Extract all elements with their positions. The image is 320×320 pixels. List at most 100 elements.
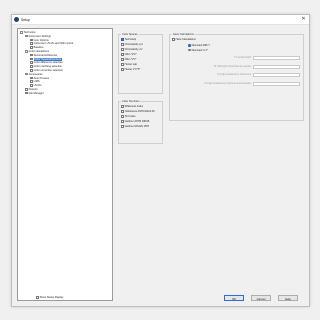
tree-item-label: Technotop <box>23 31 36 34</box>
haze-field-label: T4 Light scattered by instrument and sam… <box>203 81 251 85</box>
color-numbers-group: Color Numbers Whiteness Index Yellowness … <box>118 100 163 144</box>
expand-toggle-icon[interactable] <box>25 50 28 53</box>
dialog-footer: Show Status Display OK Cancel Help <box>17 294 304 302</box>
tree-node-icon <box>30 84 33 87</box>
color-spaces-option[interactable]: Hunter Lab <box>121 63 137 67</box>
close-icon: ✕ <box>301 16 306 22</box>
app-logo-icon <box>14 17 19 22</box>
color-numbers-option[interactable]: Gardner ASTM D6166 <box>121 120 149 124</box>
option-label: Technotop <box>124 38 137 41</box>
color-spaces-option[interactable]: Technotop <box>121 38 136 42</box>
help-button[interactable]: Help <box>278 295 298 301</box>
haze-calculations-label: Haze Calculations <box>175 38 196 41</box>
color-numbers-option[interactable]: Gardner DIN EN 1557 <box>121 125 149 129</box>
option-label: Yellowness ASTM E313-00 <box>124 110 155 113</box>
tree-item-label: Baseline <box>33 46 44 50</box>
checkbox-icon <box>172 38 175 41</box>
option-label: Chromaticity xyz <box>124 43 143 46</box>
checkbox-icon <box>121 115 124 118</box>
tree-node-icon <box>25 88 28 91</box>
tree-item-label: Accessories <box>28 72 43 76</box>
tree-node-icon <box>30 69 33 72</box>
option-label: Hunter L*C*h* <box>124 68 141 71</box>
option-label: Gardner ASTM D6166 <box>124 120 150 123</box>
checkbox-icon <box>121 125 124 128</box>
checkbox-icon <box>121 110 124 113</box>
color-numbers-option[interactable]: Whiteness Index <box>121 105 143 109</box>
radio-icon <box>188 48 191 52</box>
checkbox-box <box>36 296 39 299</box>
option-label: Chromaticity u'v' <box>124 48 143 51</box>
window-title: Setup <box>21 17 30 22</box>
tree-item-label: Illuminants/Observer <box>33 53 58 57</box>
tree-node-icon <box>30 61 33 64</box>
checkbox-icon <box>121 105 124 108</box>
settings-tree[interactable]: Technotop Instrument Settings Com Options I… <box>17 28 113 301</box>
color-spaces-option[interactable]: Chromaticity u'v' <box>121 48 143 52</box>
tree-node-icon <box>30 53 33 57</box>
tree-item-label: Instrument UV-Vis and NIR control <box>33 42 74 46</box>
show-status-display-checkbox[interactable]: Show Status Display <box>36 296 63 300</box>
color-numbers-option[interactable]: Yellowness ASTM E313-00 <box>121 110 155 114</box>
tree-node-icon <box>30 80 33 83</box>
haze-calculations-group: Haze Calculations Haze Calculations Illum… <box>169 33 304 121</box>
color-spaces-group: Color Spaces Technotop Chromaticity xyz Ch… <box>118 33 163 94</box>
haze-value-input[interactable] <box>253 56 300 60</box>
checkbox-icon <box>121 63 124 66</box>
option-label: Whiteness Index <box>124 105 144 108</box>
checked-box-icon <box>121 38 124 41</box>
checkbox-icon <box>121 120 124 123</box>
haze-field-label: T1 Incident light <box>234 56 251 59</box>
checkbox-icon <box>121 58 124 61</box>
tree-item-label: Instrument Settings <box>28 34 51 38</box>
color-spaces-option[interactable]: CIE L*a*b* <box>121 53 137 57</box>
option-label: Hunter Lab <box>124 63 137 66</box>
color-spaces-option[interactable]: Chromaticity xyz <box>121 43 143 47</box>
checkbox-icon <box>121 53 124 56</box>
tree-item[interactable]: File Manager <box>25 91 44 96</box>
haze-value-input[interactable] <box>253 81 300 86</box>
tree-node-icon <box>30 76 33 80</box>
illuminant-label: Illuminant C 2° <box>191 48 208 52</box>
tree-item-label: Color calculations <box>28 50 50 53</box>
haze-value-input[interactable] <box>253 64 300 69</box>
show-status-display-label: Show Status Display <box>39 296 64 299</box>
tree-item-label: Color difference selection <box>33 61 63 65</box>
option-label: CIE L*u*v* <box>124 58 137 61</box>
close-window-button[interactable]: ✕ <box>300 16 307 23</box>
ok-button[interactable]: OK <box>224 295 244 301</box>
cancel-button[interactable]: Cancel <box>251 295 271 301</box>
radio-icon <box>188 44 191 47</box>
tree-item-label: Color correction selection <box>33 69 63 72</box>
checkbox-icon <box>121 48 124 51</box>
expand-toggle-icon[interactable] <box>25 34 28 38</box>
expand-toggle-icon[interactable] <box>25 72 28 76</box>
color-numbers-title: Color Numbers <box>121 100 141 103</box>
tree-item-label: File Manager <box>28 91 44 95</box>
title-bar: Setup ✕ <box>12 15 309 25</box>
tree-node-icon <box>30 38 33 42</box>
tree-item-label: LIMS <box>33 80 40 84</box>
haze-calculations-title: Haze Calculations <box>172 33 195 36</box>
illuminant-radio[interactable]: Illuminant D65 Y <box>188 44 210 48</box>
tree-item-label: Color matching selection <box>33 65 62 69</box>
option-label: Tint Index <box>124 115 136 118</box>
tree-node-icon <box>30 46 33 49</box>
color-spaces-option[interactable]: Hunter L*C*h* <box>121 68 140 72</box>
tree-node-icon <box>25 91 28 95</box>
illuminant-label: Illuminant D65 Y <box>191 44 210 47</box>
setup-dialog: Setup ✕ Technotop Instrument Settings Com … <box>11 14 310 307</box>
checkbox-icon <box>121 43 124 46</box>
option-label: CIE L*a*b* <box>124 53 137 56</box>
haze-value-input[interactable] <box>253 73 300 77</box>
color-spaces-option[interactable]: CIE L*u*v* <box>121 58 136 62</box>
color-numbers-option[interactable]: Tint Index <box>121 115 135 119</box>
tree-node-icon <box>30 65 33 68</box>
color-spaces-title: Color Spaces <box>121 33 139 36</box>
expand-toggle-icon[interactable] <box>20 31 23 34</box>
tree-item-label: Reports <box>28 88 38 91</box>
checkbox-icon <box>121 68 124 71</box>
haze-calculations-checkbox[interactable]: Haze Calculations <box>172 38 196 42</box>
haze-field-label: T3 Light scattered by instrument <box>216 73 251 76</box>
illuminant-radio[interactable]: Illuminant C 2° <box>188 48 208 53</box>
